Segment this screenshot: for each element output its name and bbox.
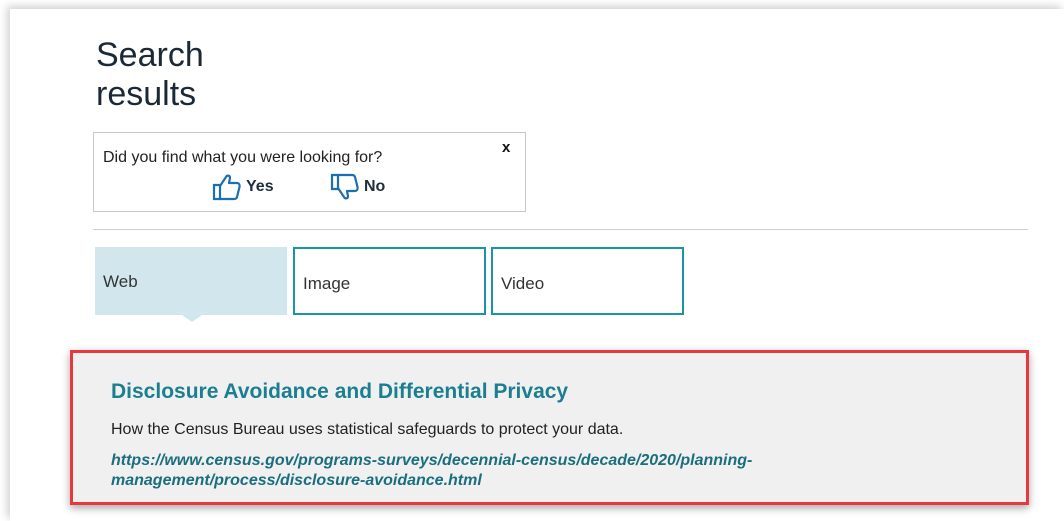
feedback-yes-button[interactable]: Yes [212,173,274,201]
thumbs-down-icon [330,173,359,200]
tab-image[interactable]: Image [293,247,486,315]
tab-web[interactable]: Web [95,247,287,315]
divider [93,229,1028,230]
tab-video[interactable]: Video [491,247,684,315]
tab-selected-pointer [182,315,202,322]
result-description: How the Census Bureau uses statistical s… [111,421,624,438]
search-result: Disclosure Avoidance and Differential Pr… [70,350,1029,505]
feedback-question: Did you find what you were looking for? [103,149,383,166]
result-url-link[interactable]: https://www.census.gov/programs-surveys/… [111,451,931,491]
feedback-yes-label: Yes [246,178,274,195]
result-title-link[interactable]: Disclosure Avoidance and Differential Pr… [111,380,568,404]
feedback-close-button[interactable]: x [502,139,510,156]
feedback-no-label: No [364,178,386,195]
thumbs-up-icon [212,174,241,201]
page-title: Search results [96,36,204,113]
feedback-no-button[interactable]: No [330,173,385,201]
feedback-box: Did you find what you were looking for? … [93,132,526,212]
